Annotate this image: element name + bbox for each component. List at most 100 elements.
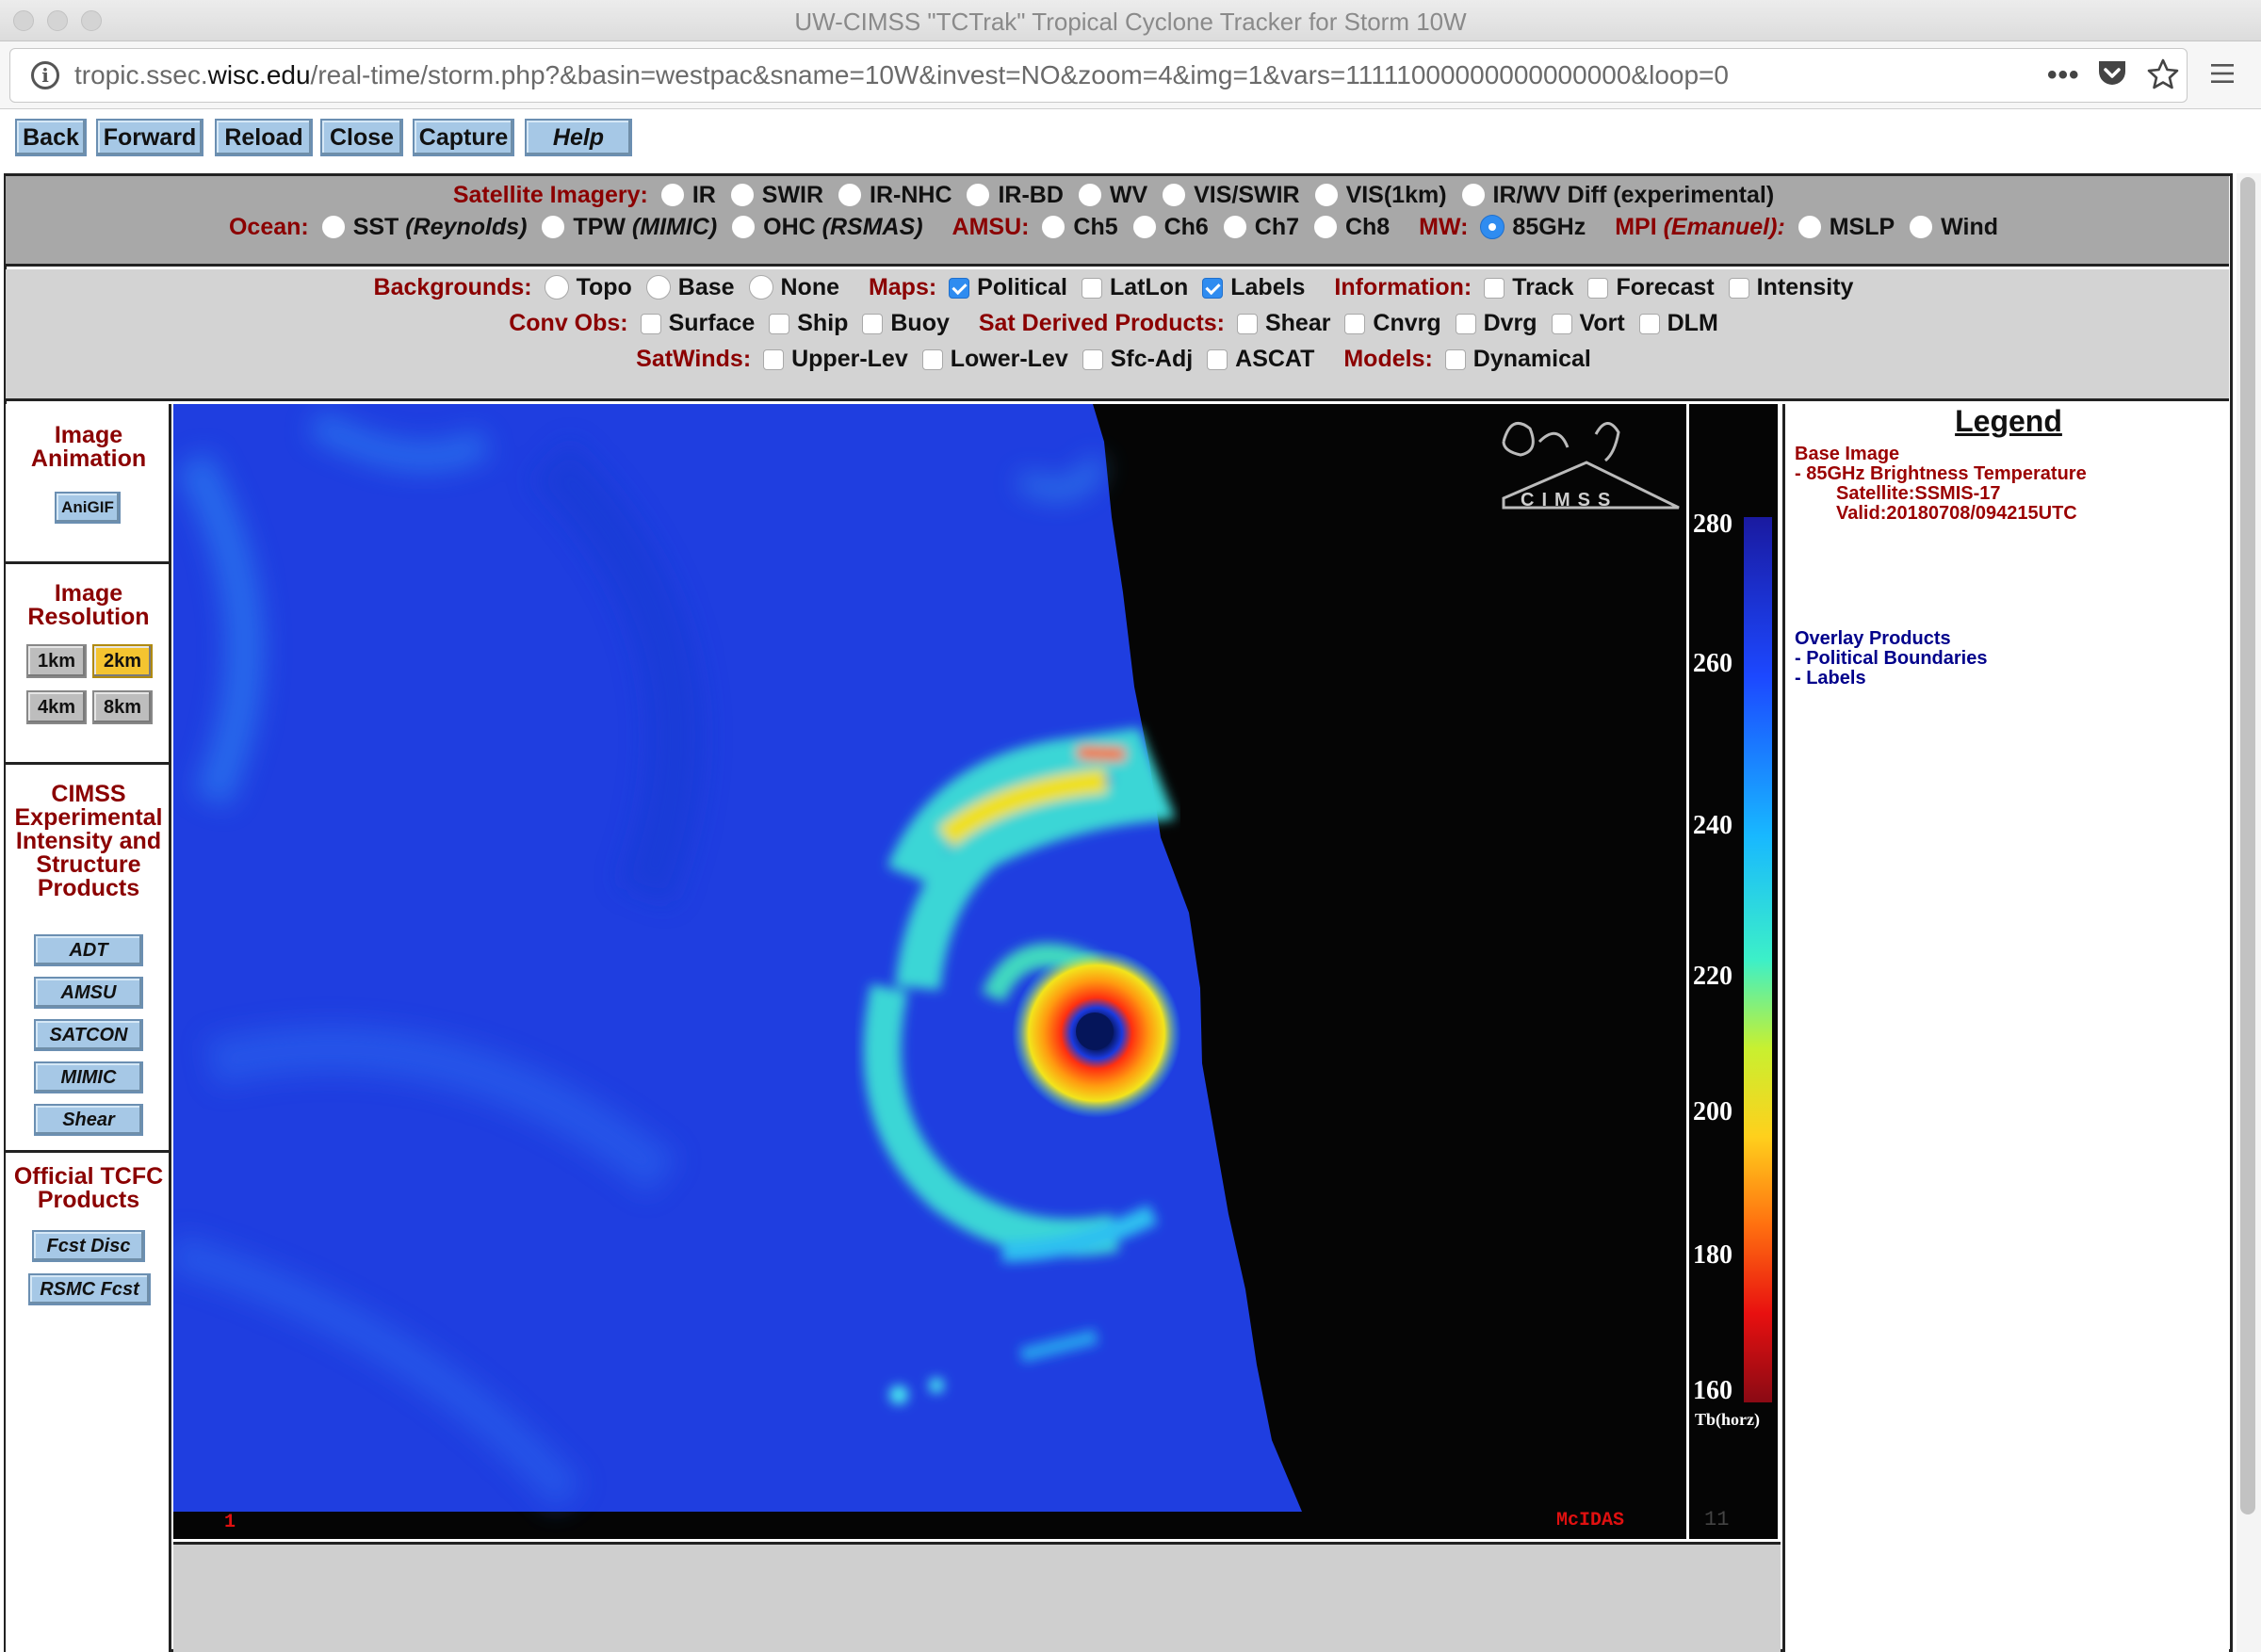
radio-ir-bd[interactable] bbox=[966, 183, 991, 207]
option-swir[interactable]: SWIR bbox=[729, 182, 823, 208]
option-ch7[interactable]: Ch7 bbox=[1222, 214, 1299, 240]
checkbox-dlm[interactable] bbox=[1638, 314, 1660, 334]
option-buoy[interactable]: Buoy bbox=[862, 310, 950, 336]
option-cnvrg[interactable]: Cnvrg bbox=[1344, 310, 1441, 336]
radio-sst[interactable] bbox=[320, 215, 346, 239]
option-track[interactable]: Track bbox=[1484, 274, 1574, 300]
option-topo[interactable]: Topo bbox=[544, 274, 632, 300]
option-dynamical[interactable]: Dynamical bbox=[1444, 346, 1591, 372]
option-tpw[interactable]: TPW (MIMIC) bbox=[541, 214, 717, 240]
checkbox-shear[interactable] bbox=[1236, 314, 1258, 334]
radio-wind[interactable] bbox=[1909, 215, 1934, 239]
option-none[interactable]: None bbox=[748, 274, 839, 300]
option-political[interactable]: Political bbox=[949, 274, 1067, 300]
satellite-image[interactable]: CIMSS 1 McIDAS bbox=[168, 404, 1686, 1539]
option-ir-wv-diff[interactable]: IR/WV Diff (experimental) bbox=[1460, 182, 1774, 208]
forward-button[interactable]: Forward bbox=[96, 119, 203, 156]
option-ch6[interactable]: Ch6 bbox=[1131, 214, 1209, 240]
option-dlm[interactable]: DLM bbox=[1638, 310, 1718, 336]
option-base[interactable]: Base bbox=[645, 274, 735, 300]
option-shear[interactable]: Shear bbox=[1236, 310, 1330, 336]
checkbox-ship[interactable] bbox=[769, 314, 790, 334]
option-vis-swir[interactable]: VIS/SWIR bbox=[1162, 182, 1300, 208]
url-text[interactable]: tropic.ssec.wisc.edu/real-time/storm.php… bbox=[74, 60, 1729, 90]
radio-ch6[interactable] bbox=[1131, 215, 1157, 239]
option-labels[interactable]: Labels bbox=[1202, 274, 1305, 300]
satcon-button[interactable]: SATCON bbox=[34, 1019, 143, 1051]
option-vort[interactable]: Vort bbox=[1551, 310, 1625, 336]
radio-85ghz[interactable] bbox=[1480, 215, 1505, 239]
page-scrollbar-thumb[interactable] bbox=[2240, 177, 2255, 1514]
radio-ohc[interactable] bbox=[731, 215, 756, 239]
checkbox-upper-lev[interactable] bbox=[763, 349, 785, 370]
option-surface[interactable]: Surface bbox=[640, 310, 755, 336]
adt-button[interactable]: ADT bbox=[34, 934, 143, 966]
radio-mslp[interactable] bbox=[1797, 215, 1822, 239]
option-sfc-adj[interactable]: Sfc-Adj bbox=[1082, 346, 1193, 372]
radio-topo[interactable] bbox=[544, 275, 569, 300]
res-1km-button[interactable]: 1km bbox=[26, 644, 87, 678]
capture-button[interactable]: Capture bbox=[413, 119, 514, 156]
checkbox-dvrg[interactable] bbox=[1455, 314, 1476, 334]
res-2km-button[interactable]: 2km bbox=[92, 644, 153, 678]
checkbox-buoy[interactable] bbox=[862, 314, 884, 334]
reload-button[interactable]: Reload bbox=[215, 119, 313, 156]
option-wv[interactable]: WV bbox=[1077, 182, 1147, 208]
option-lower-lev[interactable]: Lower-Lev bbox=[921, 346, 1068, 372]
checkbox-track[interactable] bbox=[1484, 278, 1505, 299]
radio-vis-swir[interactable] bbox=[1162, 183, 1187, 207]
option-forecast[interactable]: Forecast bbox=[1587, 274, 1715, 300]
info-icon[interactable]: i bbox=[31, 61, 59, 89]
radio-tpw[interactable] bbox=[541, 215, 566, 239]
radio-ch8[interactable] bbox=[1312, 215, 1338, 239]
close-button[interactable]: Close bbox=[320, 119, 403, 156]
checkbox-labels[interactable] bbox=[1202, 278, 1224, 299]
checkbox-sfc-adj[interactable] bbox=[1082, 349, 1103, 370]
option-ir-nhc[interactable]: IR-NHC bbox=[838, 182, 952, 208]
option-dvrg[interactable]: Dvrg bbox=[1455, 310, 1537, 336]
checkbox-political[interactable] bbox=[949, 278, 970, 299]
radio-vis-1km[interactable] bbox=[1313, 183, 1339, 207]
checkbox-ascat[interactable] bbox=[1207, 349, 1228, 370]
fcst-disc-button[interactable]: Fcst Disc bbox=[32, 1230, 145, 1262]
radio-ch7[interactable] bbox=[1222, 215, 1247, 239]
checkbox-surface[interactable] bbox=[640, 314, 661, 334]
shear-button[interactable]: Shear bbox=[34, 1104, 143, 1136]
menu-icon[interactable] bbox=[2210, 57, 2235, 94]
option-ir-bd[interactable]: IR-BD bbox=[966, 182, 1064, 208]
checkbox-lower-lev[interactable] bbox=[921, 349, 943, 370]
res-8km-button[interactable]: 8km bbox=[92, 690, 153, 724]
option-ascat[interactable]: ASCAT bbox=[1207, 346, 1314, 372]
checkbox-latlon[interactable] bbox=[1081, 278, 1102, 299]
option-upper-lev[interactable]: Upper-Lev bbox=[763, 346, 908, 372]
option-ohc[interactable]: OHC (RSMAS) bbox=[731, 214, 923, 240]
radio-wv[interactable] bbox=[1077, 183, 1102, 207]
radio-none[interactable] bbox=[748, 275, 773, 300]
option-intensity[interactable]: Intensity bbox=[1728, 274, 1853, 300]
amsu-button[interactable]: AMSU bbox=[34, 977, 143, 1009]
help-button[interactable]: Help bbox=[525, 119, 632, 156]
anigif-button[interactable]: AniGIF bbox=[55, 492, 121, 524]
radio-swir[interactable] bbox=[729, 183, 755, 207]
radio-ir[interactable] bbox=[659, 183, 685, 207]
radio-ir-wv-diff[interactable] bbox=[1460, 183, 1486, 207]
option-ir[interactable]: IR bbox=[659, 182, 716, 208]
checkbox-dynamical[interactable] bbox=[1444, 349, 1466, 370]
checkbox-cnvrg[interactable] bbox=[1344, 314, 1366, 334]
radio-ch5[interactable] bbox=[1041, 215, 1066, 239]
pocket-icon[interactable] bbox=[2096, 58, 2128, 97]
option-ship[interactable]: Ship bbox=[769, 310, 848, 336]
bookmark-star-icon[interactable] bbox=[2147, 58, 2179, 99]
option-sst[interactable]: SST (Reynolds) bbox=[320, 214, 527, 240]
option-latlon[interactable]: LatLon bbox=[1081, 274, 1188, 300]
radio-base[interactable] bbox=[645, 275, 671, 300]
checkbox-forecast[interactable] bbox=[1587, 278, 1609, 299]
option-ch8[interactable]: Ch8 bbox=[1312, 214, 1390, 240]
radio-ir-nhc[interactable] bbox=[838, 183, 863, 207]
mimic-button[interactable]: MIMIC bbox=[34, 1061, 143, 1093]
option-wind[interactable]: Wind bbox=[1909, 214, 1998, 240]
option-mslp[interactable]: MSLP bbox=[1797, 214, 1895, 240]
more-icon[interactable]: ••• bbox=[2047, 58, 2080, 92]
option-vis-1km[interactable]: VIS(1km) bbox=[1313, 182, 1447, 208]
url-bar[interactable]: i tropic.ssec.wisc.edu/real-time/storm.p… bbox=[9, 48, 2188, 103]
